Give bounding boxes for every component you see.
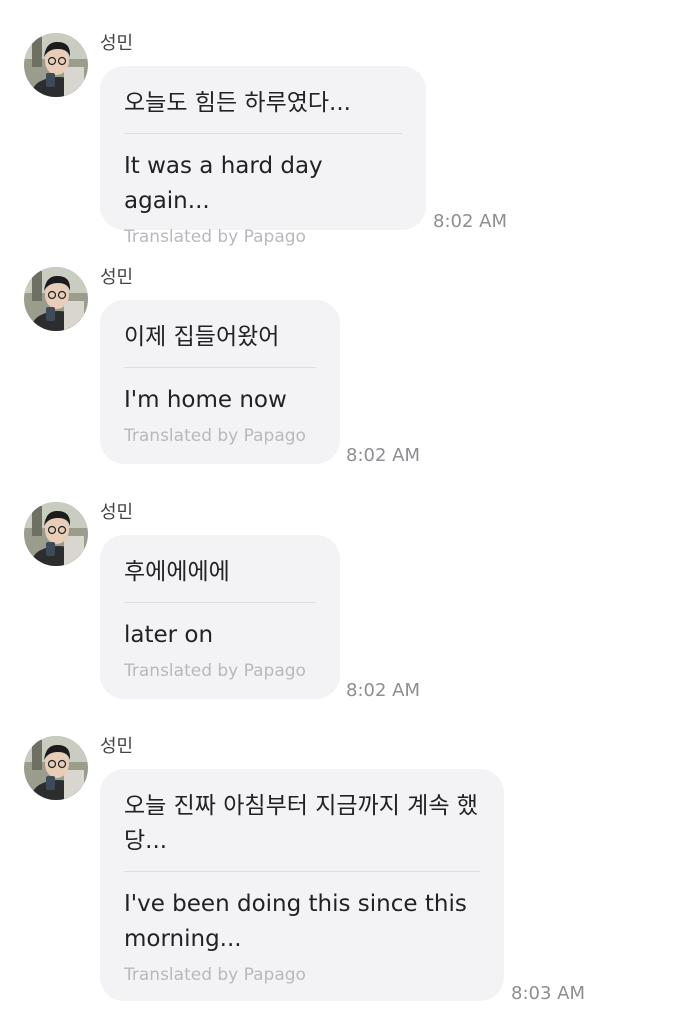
avatar[interactable] [24, 33, 88, 97]
sender-name: 성민 [100, 502, 134, 523]
translation-credit: Translated by Papago [124, 965, 306, 985]
timestamp: 8:03 AM [511, 983, 585, 1004]
original-text: 이제 집들어왔어 [124, 324, 280, 350]
message-bubble[interactable]: 이제 집들어왔어 I'm home now Translated by Papa… [100, 300, 340, 464]
translated-text: I'm home now [124, 387, 287, 413]
original-text: 오늘도 힘든 하루였다... [124, 90, 351, 116]
message-bubble[interactable]: 후에에에에 later on Translated by Papago [100, 535, 340, 699]
message-bubble[interactable]: 오늘도 힘든 하루였다... It was a hard day again..… [100, 66, 426, 247]
original-text: 오늘 진짜 아침부터 지금까지 계속 했당... [124, 793, 478, 854]
avatar[interactable] [24, 736, 88, 800]
avatar[interactable] [24, 267, 88, 331]
translated-text: later on [124, 622, 214, 648]
timestamp: 8:02 AM [433, 211, 507, 232]
divider [124, 367, 316, 368]
divider [124, 602, 316, 603]
translation-credit: Translated by Papago [124, 426, 306, 446]
timestamp: 8:02 AM [346, 680, 420, 701]
timestamp: 8:02 AM [346, 445, 420, 466]
sender-name: 성민 [100, 33, 134, 54]
message-bubble[interactable]: 오늘 진짜 아침부터 지금까지 계속 했당... I've been doing… [100, 769, 504, 1001]
translated-text: It was a hard day again... [124, 153, 323, 214]
translation-credit: Translated by Papago [124, 661, 306, 681]
translated-text: I've been doing this since this morning.… [124, 891, 467, 952]
sender-name: 성민 [100, 267, 134, 288]
sender-name: 성민 [100, 736, 134, 757]
divider [124, 871, 480, 872]
divider [124, 133, 402, 134]
translation-credit: Translated by Papago [124, 227, 306, 247]
original-text: 후에에에에 [124, 559, 230, 585]
avatar[interactable] [24, 502, 88, 566]
